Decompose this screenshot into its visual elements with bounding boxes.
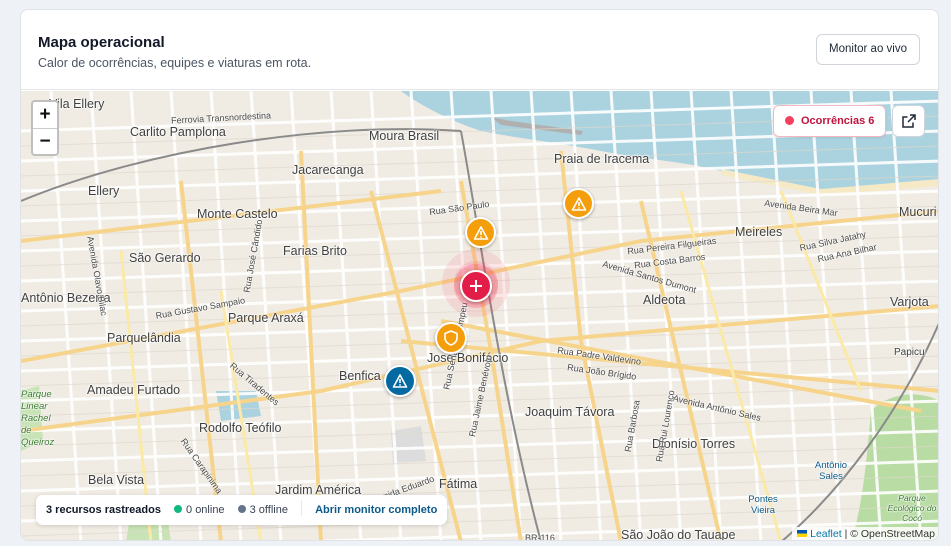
zoom-control: + − (31, 100, 59, 156)
leaflet-link[interactable]: Leaflet (810, 528, 842, 540)
status-divider (301, 500, 303, 516)
alert-marker-1[interactable] (563, 188, 594, 219)
occurrences-label: Ocorrências 6 (801, 115, 875, 127)
warning-triangle-icon (571, 196, 586, 211)
map-label-joaquim-tavora: Joaquim Távora (525, 405, 615, 419)
map-canvas[interactable]: Vila Ellery Carlito Pamplona Moura Brasi… (21, 91, 938, 541)
street-br-116: BR-116 (525, 533, 555, 541)
vehicle-marker[interactable] (384, 365, 416, 397)
shield-icon (444, 330, 458, 346)
map-label-fatima: Fátima (439, 477, 478, 491)
warning-triangle-icon (473, 225, 488, 240)
map-label-varjota: Varjota (890, 295, 929, 309)
map-label-papicu: Papicu (894, 347, 925, 358)
live-monitor-button[interactable]: Monitor ao vivo (816, 34, 920, 65)
zoom-in-button[interactable]: + (33, 102, 57, 128)
card-header: Mapa operacional Calor de ocorrências, e… (21, 10, 938, 90)
occurrence-dot-icon (785, 116, 794, 125)
map-label-aldeota: Aldeota (643, 293, 686, 307)
map-label-mucuri: Mucuri (899, 205, 937, 219)
map-label-meireles: Meireles (735, 225, 783, 239)
warning-triangle-icon (392, 374, 408, 388)
map-label-ellery: Ellery (88, 184, 120, 198)
online-dot-icon (174, 505, 183, 513)
alert-marker-2[interactable] (465, 217, 496, 248)
offline-dot-icon (237, 505, 246, 513)
card-subtitle: Calor de ocorrências, equipes e viaturas… (38, 56, 312, 70)
online-count: 0 online (186, 504, 225, 516)
map-label-sao-joao-tauape: São João do Tauape (621, 528, 736, 541)
map-label-parque-coco: Parque Ecológico do Cocó (887, 493, 937, 523)
map-label-farias-brito: Farias Brito (283, 244, 347, 258)
map-label-rodolfo-teofilo: Rodolfo Teófilo (199, 421, 282, 435)
occurrences-badge[interactable]: Ocorrências 6 (773, 105, 887, 137)
map-label-antonio-sales: Antônio Sales (814, 460, 848, 482)
occurrence-cluster-marker[interactable] (460, 270, 492, 302)
map-label-sao-gerardo: São Gerardo (129, 251, 201, 265)
map-label-moura-brasil: Moura Brasil (369, 129, 440, 143)
map-label-parque-araxa: Parque Araxá (228, 311, 304, 325)
offline-count: 3 offline (249, 504, 288, 516)
map-label-monte-castelo: Monte Castelo (197, 207, 278, 221)
team-marker[interactable] (435, 322, 467, 354)
map-label-carlito-pamplona: Carlito Pamplona (130, 125, 226, 139)
tracking-status-bar: 3 recursos rastreados 0 online 3 offline… (36, 495, 448, 525)
map-label-pontes-vieira: Pontes Vieira (748, 494, 778, 516)
plus-icon (470, 280, 482, 292)
map-label-praia-de-iracema: Praia de Iracema (554, 152, 650, 166)
map-label-parque-linear: Parque Linear Rachel de Queiroz (21, 389, 55, 448)
card-title: Mapa operacional (38, 34, 165, 51)
map-label-bela-vista: Bela Vista (88, 473, 145, 487)
map-label-jose-bonifacio: José Bonifácio (427, 351, 509, 365)
expand-map-button[interactable] (892, 105, 925, 137)
map-label-parquelandia: Parquelândia (107, 331, 181, 345)
external-link-icon (902, 114, 916, 128)
map-label-jacarecanga: Jacarecanga (292, 163, 364, 177)
tracked-resources-count: 3 recursos rastreados (46, 504, 161, 516)
operational-map-card: Mapa operacional Calor de ocorrências, e… (20, 9, 939, 541)
osm-attribution[interactable]: | © OpenStreetMap (845, 528, 935, 540)
map-attribution: Leaflet | © OpenStreetMap (792, 527, 938, 540)
zoom-out-button[interactable]: − (33, 128, 57, 154)
map-label-benfica: Benfica (339, 369, 381, 383)
ukraine-flag-icon (797, 530, 808, 537)
map-label-amadeu-furtado: Amadeu Furtado (87, 383, 181, 397)
open-full-monitor-link[interactable]: Abrir monitor completo (315, 504, 437, 516)
